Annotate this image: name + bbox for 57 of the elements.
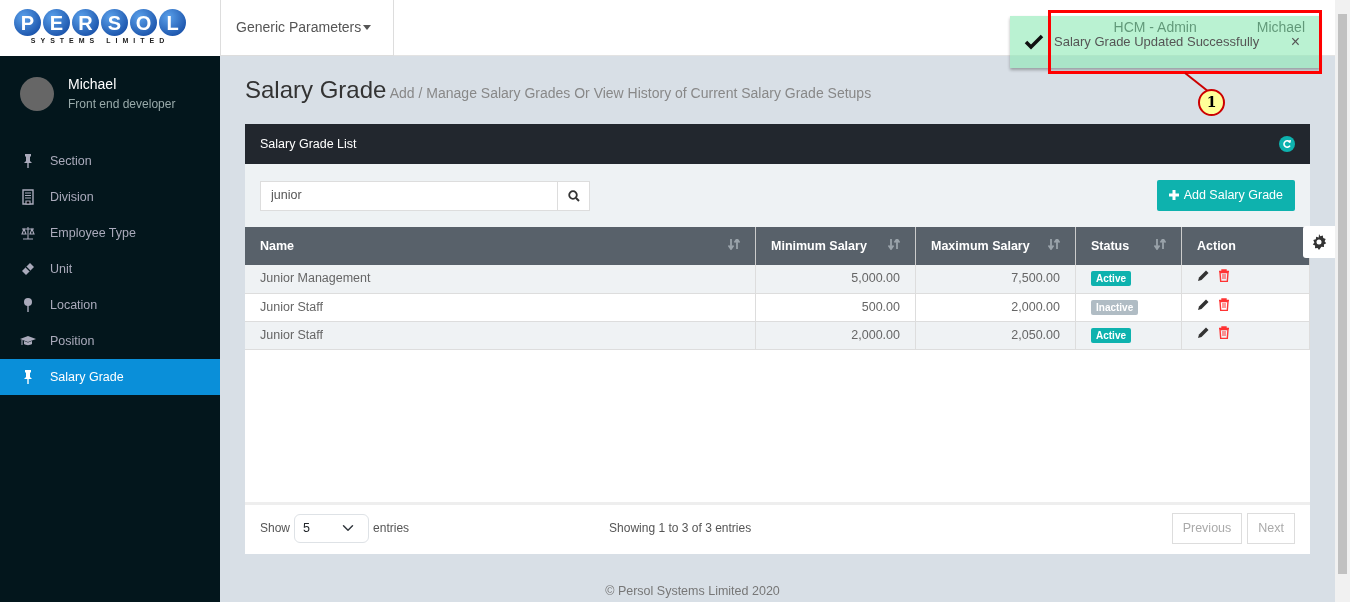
- column-header[interactable]: Action: [1181, 227, 1310, 265]
- ticket-icon: [20, 261, 36, 277]
- generic-parameters-dropdown[interactable]: Generic Parameters: [220, 0, 395, 56]
- profile-name: Michael: [68, 75, 118, 94]
- user-avatar: [20, 76, 54, 111]
- table-cell: 2,000.00: [755, 321, 916, 349]
- footer-text: © Persol Systems Limited 2020: [605, 583, 780, 598]
- table-cell: 2,050.00: [915, 321, 1076, 349]
- settings-icon: [1311, 234, 1327, 250]
- caret-icon: [363, 25, 372, 31]
- sort-icon[interactable]: [888, 238, 900, 250]
- pencil-icon[interactable]: [1197, 269, 1210, 283]
- table-cell: Junior Staff: [245, 293, 756, 321]
- sort-icon[interactable]: [1154, 238, 1166, 250]
- page-length-select[interactable]: 5: [294, 513, 370, 543]
- column-header[interactable]: Name: [245, 227, 756, 265]
- table-info: Showing 1 to 3 of 3 entries: [609, 520, 752, 537]
- checkmark-icon: [1024, 34, 1044, 50]
- scale-icon: [20, 225, 36, 241]
- sort-icon[interactable]: [728, 238, 740, 250]
- column-header[interactable]: Maximum Salary: [915, 227, 1076, 265]
- sidebar-item[interactable]: Salary Grade: [0, 359, 220, 395]
- page-subtitle: Add / Manage Salary Grades Or View History of Current Salary Grade Setups: [389, 85, 872, 101]
- table-cell: 500.00: [755, 293, 916, 321]
- table-cell: Junior Staff: [245, 321, 756, 349]
- sidebar-item[interactable]: Employee Type: [0, 215, 220, 251]
- sidebar-item[interactable]: Division: [0, 179, 220, 215]
- status-label: Inactive: [1091, 299, 1139, 315]
- sidebar-item[interactable]: Position: [0, 323, 220, 359]
- entries-label: entries: [373, 520, 410, 537]
- sidebar-item[interactable]: Location: [0, 287, 220, 323]
- trash-icon[interactable]: [1218, 269, 1230, 283]
- pencil-icon[interactable]: [1197, 297, 1210, 311]
- trash-icon[interactable]: [1218, 297, 1230, 311]
- column-header[interactable]: Status: [1075, 227, 1182, 265]
- status-label: Active: [1091, 271, 1131, 287]
- refresh-icon[interactable]: [1279, 136, 1295, 152]
- show-label: Show: [260, 520, 291, 537]
- settings-tab[interactable]: [1303, 226, 1335, 258]
- sidebar-item[interactable]: Unit: [0, 251, 220, 287]
- table-cell: 2,000.00: [915, 293, 1076, 321]
- building-icon: [20, 189, 36, 205]
- column-header[interactable]: Minimum Salary: [755, 227, 916, 265]
- plus-icon: [1168, 190, 1179, 201]
- scrollbar[interactable]: [1335, 0, 1350, 602]
- pencil-icon[interactable]: [1197, 325, 1210, 339]
- sidebar-item[interactable]: Section: [0, 143, 220, 179]
- table-cell: Junior Management: [245, 265, 756, 293]
- profile-role: Front end developer: [68, 96, 176, 113]
- trash-icon[interactable]: [1218, 325, 1230, 339]
- table-cell: 5,000.00: [755, 265, 916, 293]
- callout-number: 1: [1198, 89, 1225, 116]
- sort-icon[interactable]: [1048, 238, 1060, 250]
- page-title: Salary Grade: [245, 76, 387, 103]
- table-cell: 7,500.00: [915, 265, 1076, 293]
- panel-title: Salary Grade List: [260, 135, 357, 153]
- status-label: Active: [1091, 327, 1131, 343]
